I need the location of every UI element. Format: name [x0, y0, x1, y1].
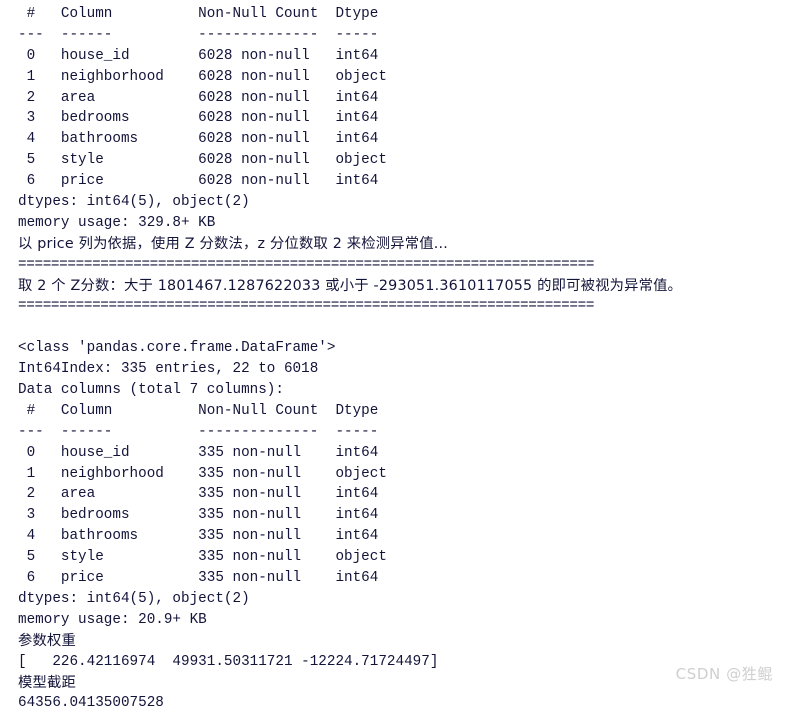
console-line: # Column Non-Null Count Dtype [18, 6, 387, 22]
console-line: 以 price 列为依据，使用 Z 分数法，z 分位数取 2 来检测异常值... [18, 235, 448, 252]
console-output: # Column Non-Null Count Dtype --- ------… [0, 0, 787, 714]
console-line: memory usage: 20.9+ KB [18, 611, 207, 628]
console-line: ========================================… [18, 256, 595, 273]
console-line: 2 area 335 non-null int64 [18, 486, 387, 503]
console-line: 6 price 335 non-null int64 [18, 570, 387, 587]
console-line: 模型截距 [18, 674, 76, 691]
console-line: 3 bedrooms 6028 non-null int64 [18, 110, 387, 127]
console-line: 1 neighborhood 6028 non-null object [18, 68, 387, 85]
console-line: 0 house_id 335 non-null int64 [18, 444, 387, 461]
console-line: 4 bathrooms 6028 non-null int64 [18, 131, 387, 148]
console-line: 1 neighborhood 335 non-null object [18, 465, 387, 482]
console-line: Int64Index: 335 entries, 22 to 6018 [18, 361, 319, 378]
console-line: --- ------ -------------- ----- [18, 26, 387, 43]
console-line: Data columns (total 7 columns): [18, 382, 284, 399]
console-line: 0 house_id 6028 non-null int64 [18, 47, 387, 64]
console-line: 参数权重 [18, 632, 76, 649]
console-line: 3 bedrooms 335 non-null int64 [18, 507, 387, 524]
console-line: ========================================… [18, 298, 595, 315]
console-line: 5 style 335 non-null object [18, 549, 387, 566]
console-line: dtypes: int64(5), object(2) [18, 590, 250, 607]
console-line: 64356.04135007528 [18, 695, 164, 712]
console-line: 取 2 个 Z分数：大于 1801467.1287622033 或小于 -293… [18, 277, 683, 294]
console-line: 6 price 6028 non-null int64 [18, 173, 387, 190]
console-line: [ 226.42116974 49931.50311721 -12224.717… [18, 653, 439, 670]
console-line: <class 'pandas.core.frame.DataFrame'> [18, 340, 336, 357]
console-line: --- ------ -------------- ----- [18, 423, 387, 440]
console-line: 4 bathrooms 335 non-null int64 [18, 528, 387, 545]
console-line: 5 style 6028 non-null object [18, 152, 387, 169]
console-line: memory usage: 329.8+ KB [18, 214, 216, 231]
console-line: 2 area 6028 non-null int64 [18, 89, 387, 106]
csdn-watermark: CSDN @狌鲲 [675, 665, 773, 683]
console-line: dtypes: int64(5), object(2) [18, 194, 250, 211]
console-line: # Column Non-Null Count Dtype [18, 402, 387, 419]
